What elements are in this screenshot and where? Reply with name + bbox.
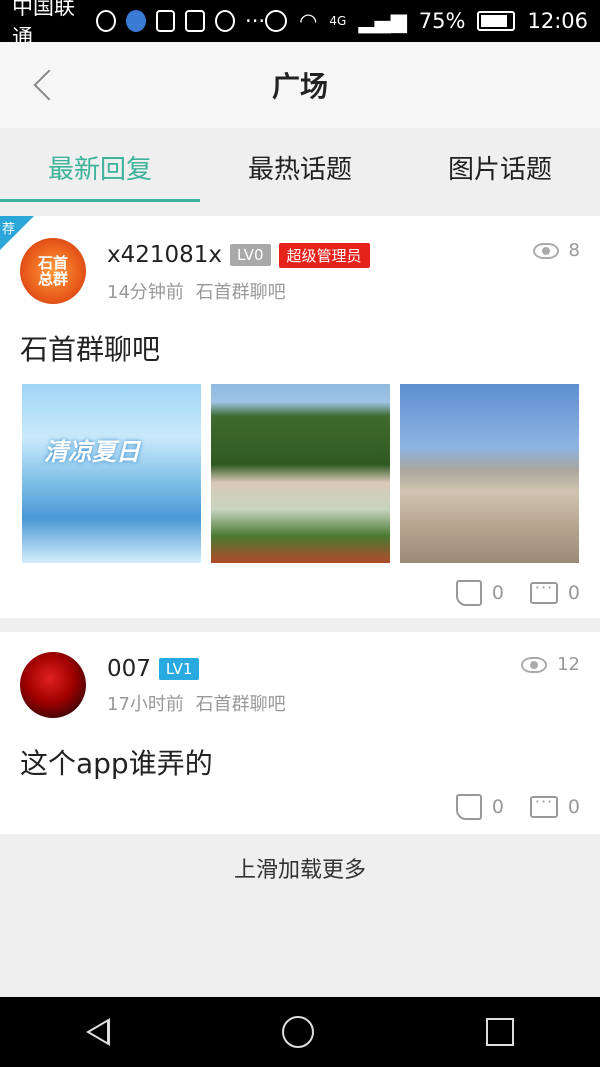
nav-back-icon[interactable] — [86, 1018, 110, 1046]
post-author-row: 007 LV1 — [107, 656, 200, 682]
post-meta: 14分钟前 石首群聊吧 — [107, 278, 286, 304]
username[interactable]: 007 — [107, 656, 151, 682]
alarm-icon — [265, 10, 288, 32]
level-badge: LV0 — [230, 244, 271, 266]
comment-count: 0 — [567, 796, 580, 818]
like-count: 0 — [491, 582, 504, 604]
post-card[interactable]: 荐 石首总群 x421081x LV0 超级管理员 8 14分钟前 石首群聊吧 … — [0, 216, 600, 618]
wifi-icon: ◠ — [299, 9, 318, 33]
post-actions: 0 0 — [455, 578, 580, 606]
post-images: 清凉夏日 — [22, 384, 579, 563]
app-header: 广场 — [0, 42, 600, 128]
system-nav-bar — [0, 997, 600, 1067]
load-more-hint[interactable]: 上滑加载更多 — [0, 835, 600, 901]
view-count: 12 — [521, 654, 580, 675]
app-icon — [215, 10, 236, 32]
image-notification-icon — [155, 10, 176, 32]
avatar[interactable]: 石首总群 — [20, 238, 86, 304]
like-button[interactable]: 0 — [455, 794, 504, 820]
like-count: 0 — [491, 796, 504, 818]
nav-home-icon[interactable] — [282, 1016, 314, 1048]
eye-icon — [521, 656, 548, 673]
post-title[interactable]: 这个app谁弄的 — [20, 742, 213, 782]
tab-bar: 最新回复 最热话题 图片话题 — [0, 128, 600, 206]
recommended-label: 荐 — [2, 222, 16, 237]
post-forum[interactable]: 石首群聊吧 — [196, 282, 286, 303]
post-card[interactable]: 007 LV1 12 17小时前 石首群聊吧 这个app谁弄的 0 0 — [0, 632, 600, 834]
level-badge: LV1 — [158, 658, 200, 680]
tab-image-topics[interactable]: 图片话题 — [400, 128, 600, 206]
comment-count: 0 — [567, 582, 580, 604]
avatar-text: 石首总群 — [37, 253, 68, 288]
status-bar: 中国联通 ··· ◠ 4G ▂▄▆ 75% 12:06 — [0, 0, 600, 49]
app-notification-icon — [125, 10, 146, 32]
post-time: 17小时前 — [107, 694, 184, 715]
post-time: 14分钟前 — [107, 282, 184, 303]
hotspot-icon — [95, 10, 116, 32]
view-count: 8 — [532, 240, 580, 261]
tab-hot-topics[interactable]: 最热话题 — [200, 128, 400, 206]
back-icon[interactable] — [30, 68, 56, 102]
post-image[interactable] — [211, 384, 390, 563]
comment-icon — [529, 792, 558, 818]
network-type: 4G — [329, 14, 347, 28]
admin-badge: 超级管理员 — [278, 242, 370, 268]
like-button[interactable]: 0 — [455, 580, 504, 606]
view-count-value: 12 — [557, 654, 580, 675]
eye-icon — [532, 242, 559, 259]
comment-icon — [529, 578, 558, 604]
post-meta: 17小时前 石首群聊吧 — [107, 690, 286, 716]
thumbs-up-icon — [455, 794, 482, 820]
tab-latest-replies[interactable]: 最新回复 — [0, 128, 200, 206]
post-image[interactable]: 清凉夏日 — [22, 384, 201, 563]
view-count-value: 8 — [568, 240, 580, 261]
more-notifications-icon: ··· — [245, 9, 266, 33]
post-title[interactable]: 石首群聊吧 — [20, 328, 160, 368]
page-title: 广场 — [271, 70, 328, 103]
nav-recent-apps-icon[interactable] — [486, 1018, 514, 1046]
post-author-row: x421081x LV0 超级管理员 — [107, 242, 370, 268]
battery-percent: 75% — [418, 9, 466, 33]
post-image[interactable] — [400, 384, 579, 563]
comment-button[interactable]: 0 — [529, 792, 580, 818]
signal-icon: ▂▄▆ — [358, 9, 407, 33]
keyboard-icon — [185, 10, 206, 32]
avatar[interactable] — [20, 652, 86, 718]
comment-button[interactable]: 0 — [529, 578, 580, 604]
battery-icon — [477, 11, 516, 31]
image-caption: 清凉夏日 — [44, 438, 140, 466]
post-actions: 0 0 — [455, 792, 580, 820]
clock: 12:06 — [527, 9, 588, 33]
username[interactable]: x421081x — [107, 242, 222, 268]
thumbs-up-icon — [455, 580, 482, 606]
post-forum[interactable]: 石首群聊吧 — [196, 694, 286, 715]
